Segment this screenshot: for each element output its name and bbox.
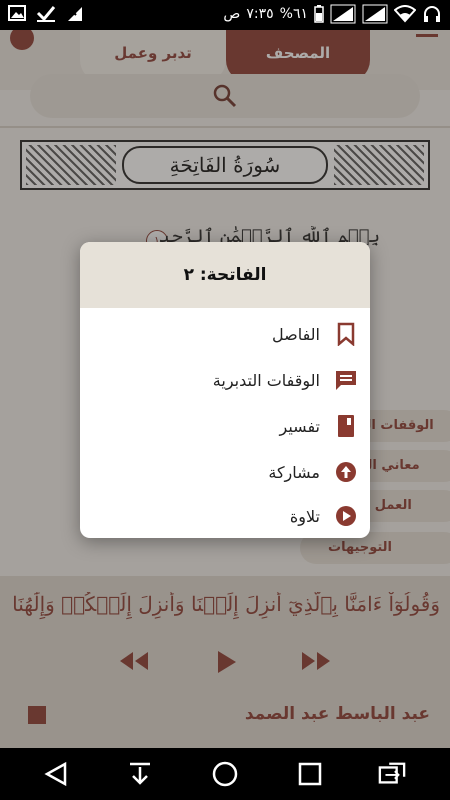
menu-item-label: مشاركة (268, 462, 320, 482)
back-icon[interactable] (42, 760, 70, 788)
menu-item-recite[interactable]: تلاوة (80, 494, 370, 538)
book-icon (334, 414, 358, 438)
am-pm-label: ص (223, 6, 241, 22)
menu-item-tafsir[interactable]: تفسير (80, 404, 370, 448)
gallery-notification-icon (8, 5, 26, 21)
cell-signal-2-icon (362, 4, 388, 24)
dual-window-icon[interactable] (378, 760, 406, 788)
bookmark-icon (334, 322, 358, 346)
status-time: ٧:٣٥ (246, 6, 274, 22)
share-up-icon (334, 460, 358, 484)
battery-percent: %٦١ (279, 6, 308, 22)
menu-item-label: تلاوة (289, 506, 320, 526)
menu-item-tadabbur[interactable]: الوقفات التدبرية (80, 358, 370, 402)
dialog-title: الفاتحة: ٢ (80, 242, 370, 308)
recents-icon[interactable] (296, 760, 324, 788)
navigation-bar (0, 748, 450, 800)
menu-item-label: تفسير (279, 416, 320, 436)
signal-notification-icon (68, 7, 82, 21)
wifi-icon (394, 5, 416, 23)
message-icon (334, 368, 358, 392)
battery-icon (314, 5, 324, 23)
menu-item-bookmark[interactable]: الفاصل (80, 312, 370, 356)
cell-signal-icon (330, 4, 356, 24)
notification-down-icon[interactable] (126, 760, 154, 788)
headset-icon (424, 6, 440, 22)
verse-options-dialog: الفاتحة: ٢ الفاصل الوقفات التدبرية تفسير… (80, 242, 370, 538)
menu-item-label: الفاصل (272, 324, 320, 344)
download-complete-icon (36, 6, 56, 22)
menu-item-label: الوقفات التدبرية (212, 370, 320, 390)
menu-item-share[interactable]: مشاركة (80, 450, 370, 494)
status-bar: ص ٧:٣٥ %٦١ (0, 0, 450, 30)
home-icon[interactable] (211, 760, 239, 788)
play-icon (334, 504, 358, 528)
